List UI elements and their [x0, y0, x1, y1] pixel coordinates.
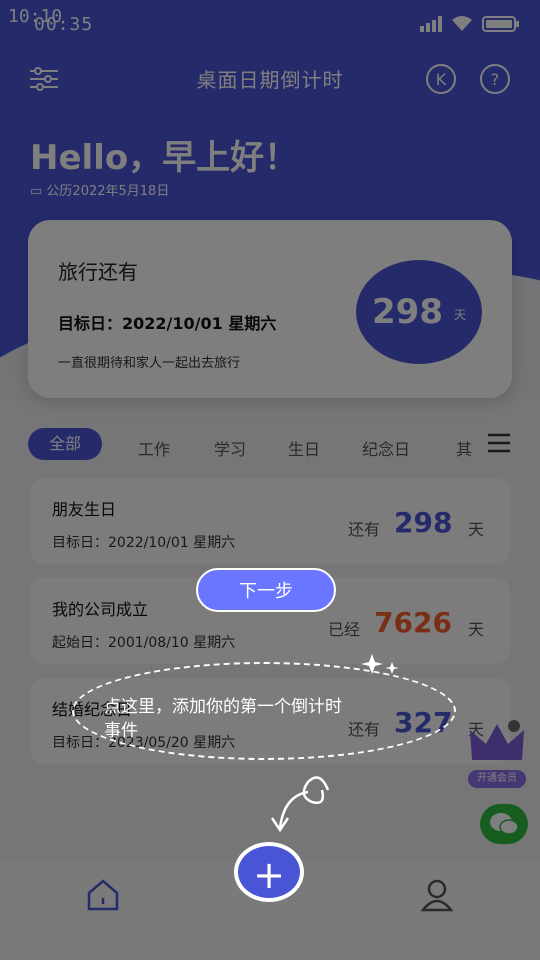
- sparkle-icon: [360, 652, 404, 682]
- arrow-icon: [268, 772, 338, 840]
- plus-icon: +: [253, 853, 285, 897]
- next-step-button[interactable]: 下一步: [196, 568, 336, 612]
- guide-tip-line2: 事件: [104, 721, 138, 741]
- guide-tip-line1: 点这里，添加你的第一个倒计时: [104, 697, 342, 717]
- add-event-button[interactable]: +: [234, 842, 304, 902]
